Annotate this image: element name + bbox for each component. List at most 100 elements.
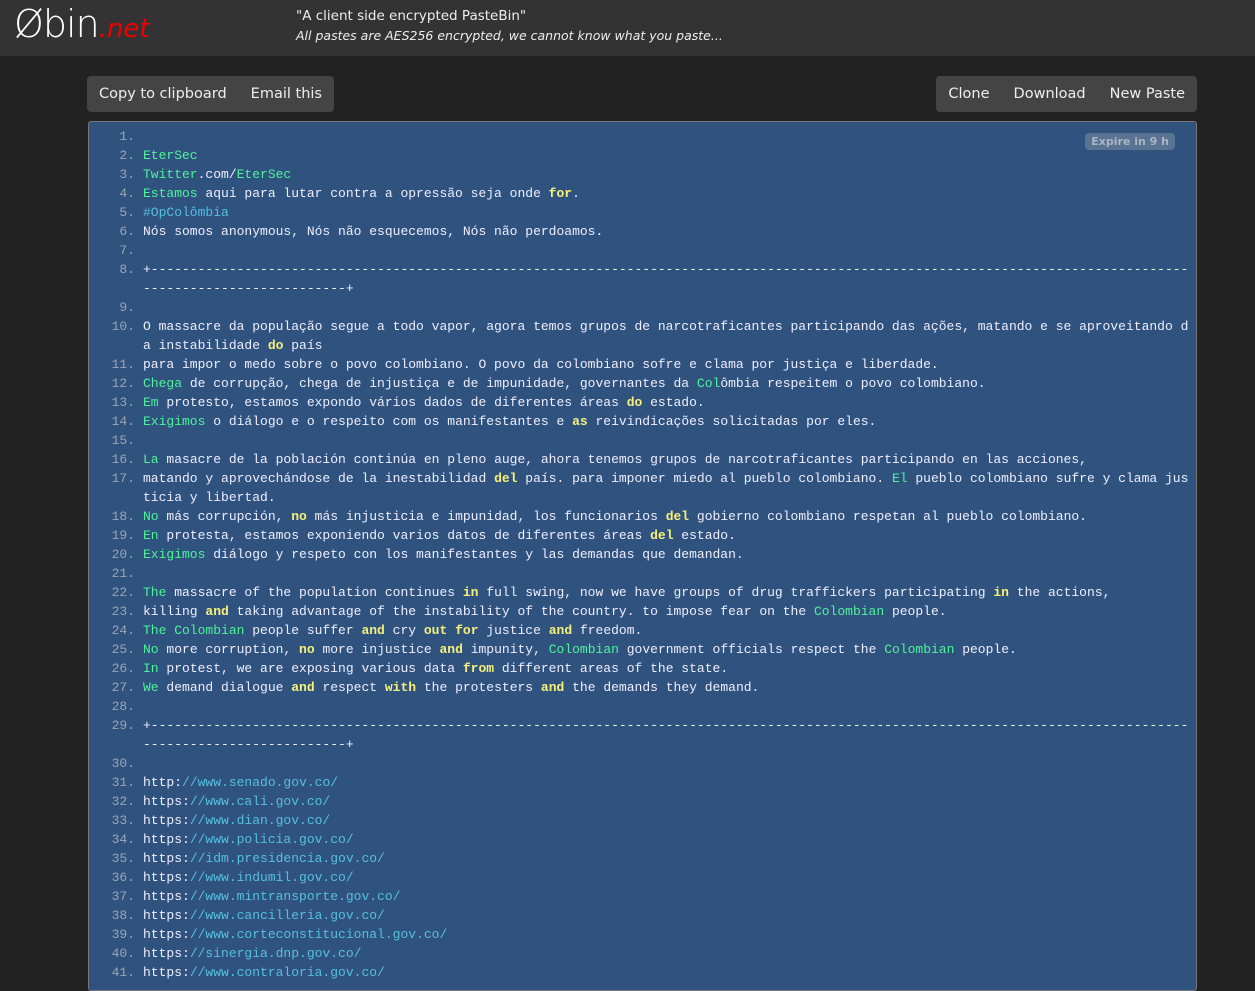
line-number: 17. <box>111 471 135 486</box>
token: In <box>143 661 159 676</box>
token: demand dialogue <box>158 680 292 695</box>
line-number: 19. <box>111 528 135 543</box>
token: https: <box>143 908 190 923</box>
line-number: 15. <box>111 433 135 448</box>
token: protesto, estamos expondo vários dados d… <box>158 395 627 410</box>
line-text <box>135 127 1189 146</box>
token: https: <box>143 851 190 866</box>
line-number: 41. <box>111 965 135 980</box>
code-line: 31. http://www.senado.gov.co/ <box>89 773 1196 792</box>
token: El <box>891 471 908 486</box>
line-text: +---------------------------------------… <box>135 260 1189 298</box>
code-line: 10. O massacre da população segue a todo … <box>89 317 1196 355</box>
line-number: 33. <box>111 813 135 828</box>
line-text: Exigimos diálogo y respeto con los manif… <box>135 545 1189 564</box>
token: and <box>439 642 463 657</box>
code-line: 38. https://www.cancilleria.gov.co/ <box>89 906 1196 925</box>
line-text <box>135 754 1189 773</box>
token: Em <box>143 395 159 410</box>
download-button[interactable]: Download <box>1002 76 1098 112</box>
line-text <box>135 564 1189 583</box>
line-number: 5. <box>119 205 135 220</box>
link-text: //idm.presidencia.gov.co/ <box>189 851 385 866</box>
line-text: https://idm.presidencia.gov.co/ <box>135 849 1189 868</box>
token: government officials respect the <box>618 642 885 657</box>
line-text: In protest, we are exposing various data… <box>135 659 1189 678</box>
token: cry <box>384 623 424 638</box>
code-line: 37. https://www.mintransporte.gov.co/ <box>89 887 1196 906</box>
line-number: 24. <box>111 623 135 638</box>
link-text: //www.cancilleria.gov.co/ <box>189 908 385 923</box>
line-text <box>135 431 1189 450</box>
token: out <box>423 623 448 638</box>
line-text: Em protesto, estamos expondo vários dado… <box>135 393 1189 412</box>
link-text: #OpColômbia <box>143 205 229 220</box>
header: Øbin.net "A client side encrypted PasteB… <box>0 0 1255 56</box>
code-line: 9. <box>89 298 1196 317</box>
token: Exigimos <box>143 547 206 562</box>
token: país. para imponer miedo al pueblo colom… <box>517 471 892 486</box>
line-text: matando y aprovechándose de la inestabil… <box>135 469 1189 507</box>
token: no <box>291 509 307 524</box>
line-text: #OpColômbia <box>135 203 1189 222</box>
copy-to-clipboard-button[interactable]: Copy to clipboard <box>87 76 239 112</box>
token: https: <box>143 794 190 809</box>
email-this-button[interactable]: Email this <box>239 76 334 112</box>
line-text: https://www.corteconstitucional.gov.co/ <box>135 925 1189 944</box>
logo[interactable]: Øbin.net <box>14 2 150 46</box>
subtitle: All pastes are AES256 encrypted, we cann… <box>296 28 723 43</box>
token: Twitter <box>143 167 198 182</box>
line-number: 2. <box>119 148 135 163</box>
token: La <box>143 452 159 467</box>
line-number: 11. <box>111 357 135 372</box>
code-line: 26. In protest, we are exposing various d… <box>89 659 1196 678</box>
token: do <box>626 395 643 410</box>
line-number: 27. <box>111 680 135 695</box>
line-text: Chega de corrupção, chega de injustiça e… <box>135 374 1189 393</box>
token: and <box>205 604 229 619</box>
paste-toolbar: Clone Download New Paste <box>936 76 1197 112</box>
token: full swing, now we have groups of drug t… <box>478 585 994 600</box>
line-number: 7. <box>119 243 135 258</box>
token: the actions, <box>1008 585 1111 600</box>
token: and <box>548 623 573 638</box>
token: Colombian <box>884 642 955 657</box>
line-text: EterSec <box>135 146 1189 165</box>
line-text: https://sinergia.dnp.gov.co/ <box>135 944 1189 963</box>
paste-content[interactable]: Expire in 9 h 1. 2. EterSec 3. Twitter.com/E… <box>88 121 1197 991</box>
code-line: 33. https://www.dian.gov.co/ <box>89 811 1196 830</box>
line-text: Twitter.com/EterSec <box>135 165 1189 184</box>
token: Estamos <box>143 186 198 201</box>
code-line: 2. EterSec <box>89 146 1196 165</box>
code-line: 5. #OpColômbia <box>89 203 1196 222</box>
new-paste-button[interactable]: New Paste <box>1098 76 1197 112</box>
line-number: 31. <box>111 775 135 790</box>
line-number: 40. <box>111 946 135 961</box>
line-number: 14. <box>111 414 135 429</box>
token: from <box>462 661 495 676</box>
code-lines: 1. 2. EterSec 3. Twitter.com/EterSec 4. Estamo… <box>89 127 1196 982</box>
line-number: 30. <box>111 756 135 771</box>
code-line: 32. https://www.cali.gov.co/ <box>89 792 1196 811</box>
token: The Colombian <box>143 623 245 638</box>
code-line: 8. +-------------------------------------… <box>89 260 1196 298</box>
line-number: 9. <box>119 300 135 315</box>
code-line: 21. <box>89 564 1196 583</box>
code-line: 18. No más corrupción, no más injusticia … <box>89 507 1196 526</box>
line-number: 12. <box>111 376 135 391</box>
token: respect <box>314 680 385 695</box>
code-line: 23. killing and taking advantage of the i… <box>89 602 1196 621</box>
code-line: 17. matando y aprovechándose de la inesta… <box>89 469 1196 507</box>
line-text: https://www.cali.gov.co/ <box>135 792 1189 811</box>
code-line: 11. para impor o medo sobre o povo colomb… <box>89 355 1196 374</box>
code-line: 34. https://www.policia.gov.co/ <box>89 830 1196 849</box>
link-text: //www.corteconstitucional.gov.co/ <box>189 927 448 942</box>
token: estado. <box>673 528 736 543</box>
link-text: //www.indumil.gov.co/ <box>189 870 354 885</box>
clone-button[interactable]: Clone <box>936 76 1001 112</box>
logo-tld: .net <box>98 14 150 44</box>
line-number: 3. <box>119 167 135 182</box>
line-text: para impor o medo sobre o povo colombian… <box>135 355 1189 374</box>
line-text: https://www.contraloria.gov.co/ <box>135 963 1189 982</box>
